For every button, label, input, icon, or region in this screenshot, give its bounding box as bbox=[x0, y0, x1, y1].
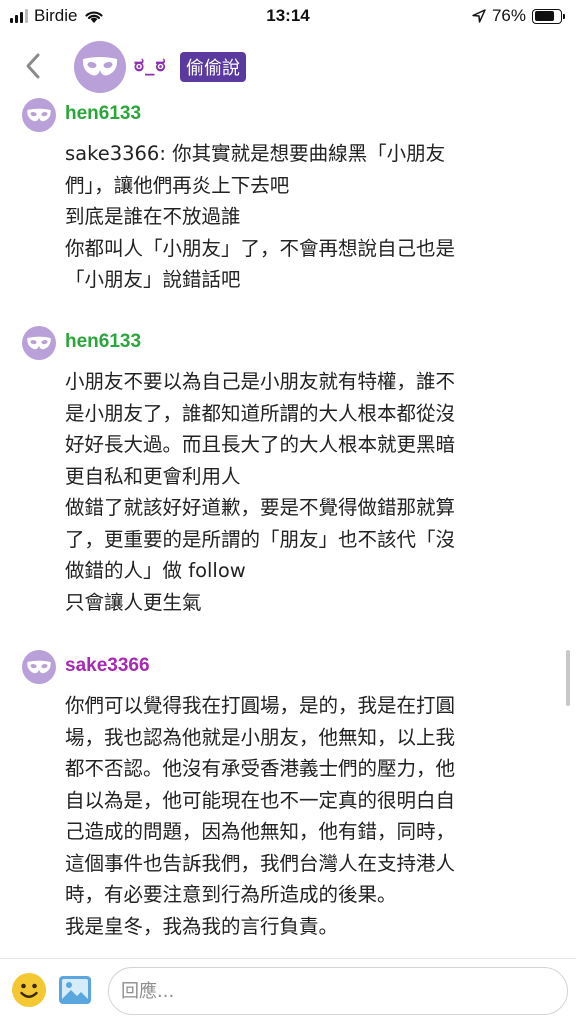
comment-author[interactable]: sake3366 bbox=[65, 655, 150, 677]
image-button[interactable] bbox=[58, 973, 92, 1007]
comment-body: sake3366: 你其實就是想要曲線黑「小朋友 們」，讓他們再炎上下去吧 到底… bbox=[65, 138, 541, 296]
battery-percent: 76% bbox=[491, 6, 526, 25]
comment-line: 是小朋友了，誰都知道所謂的大人根本都從沒 bbox=[65, 401, 456, 425]
status-bar: Birdie 13:14 76% bbox=[0, 0, 576, 32]
emoji-button[interactable] bbox=[12, 973, 46, 1007]
avatar[interactable] bbox=[74, 41, 126, 93]
smiley-icon bbox=[20, 983, 38, 998]
back-button[interactable] bbox=[18, 48, 48, 84]
comment-line: 己造成的問題，因為他無知，他有錯，同時， bbox=[65, 820, 456, 843]
mask-icon bbox=[27, 336, 51, 349]
comment-author[interactable]: hen6133 bbox=[65, 331, 141, 353]
reply-input[interactable] bbox=[108, 967, 568, 1015]
comment-line: 好好長大過。而且長大了的大人根本就更黑暗 bbox=[65, 433, 456, 456]
reply-bar bbox=[0, 958, 576, 1024]
mask-icon bbox=[82, 57, 118, 76]
avatar[interactable] bbox=[22, 650, 56, 684]
status-right: 76% bbox=[472, 6, 565, 26]
comment-line: 都不否認。他沒有承受香港義士們的壓力，他 bbox=[65, 757, 456, 780]
comment-line: 小朋友不要以為自己是小朋友就有特權，誰不 bbox=[65, 370, 456, 393]
location-arrow-icon bbox=[472, 9, 486, 23]
comment-line: 場，我也認為他就是小朋友，他無知，以上我 bbox=[65, 725, 456, 749]
comment-line: 到底是誰在不放過誰 bbox=[65, 205, 241, 228]
avatar[interactable] bbox=[22, 98, 56, 132]
avatar[interactable] bbox=[22, 326, 56, 360]
battery-fill bbox=[534, 11, 554, 21]
comment-line: 做錯的人」做 follow bbox=[65, 559, 246, 582]
header: ಠ_ಠ 偷偷說 bbox=[0, 36, 576, 96]
comment-line: 做錯了就該好好道歉，要是不覺得做錯那就算 bbox=[65, 496, 456, 519]
comment-line: 你都叫人「小朋友」了，不會再想說自己也是 bbox=[65, 236, 456, 260]
comment-line: sake3366: 你其實就是想要曲線黑「小朋友 bbox=[65, 142, 446, 165]
mask-icon bbox=[27, 660, 51, 673]
comment-line: 你們可以覺得我在打圓場，是的，我是在打圓 bbox=[65, 694, 456, 717]
comment-line: 只會讓人更生氣 bbox=[65, 590, 202, 614]
image-icon bbox=[59, 976, 91, 1004]
scrollbar[interactable] bbox=[566, 650, 570, 706]
comment-line: 了，更重要的是所謂的「朋友」也不該代「沒 bbox=[65, 527, 456, 551]
comment-line: 我是皇冬，我為我的言行負責。 bbox=[65, 914, 339, 938]
comment-line: 們」，讓他們再炎上下去吧 bbox=[65, 173, 290, 197]
comment-line: 時，有必要注意到行為所造成的後果。 bbox=[65, 883, 397, 906]
mask-icon bbox=[27, 108, 51, 121]
battery-icon bbox=[532, 8, 565, 24]
poster-handle[interactable]: ಠ_ಠ bbox=[134, 54, 167, 76]
comment-line: 「小朋友」說錯話吧 bbox=[65, 268, 241, 291]
chevron-left-icon bbox=[26, 53, 40, 79]
board-badge[interactable]: 偷偷說 bbox=[180, 52, 246, 82]
comment-line: 這個事件也告訴我們，我們台灣人在支持港人 bbox=[65, 851, 456, 875]
comment-body: 你們可以覺得我在打圓場，是的，我是在打圓 場，我也認為他就是小朋友，他無知，以上… bbox=[65, 690, 541, 942]
comment-line: 自以為是，他可能現在也不一定真的很明白自 bbox=[65, 788, 456, 812]
comment-line: 更自私和更會利用人 bbox=[65, 464, 241, 488]
comment-body: 小朋友不要以為自己是小朋友就有特權，誰不 是小朋友了，誰都知道所謂的大人根本都從… bbox=[65, 366, 541, 618]
comment-author[interactable]: hen6133 bbox=[65, 103, 141, 125]
